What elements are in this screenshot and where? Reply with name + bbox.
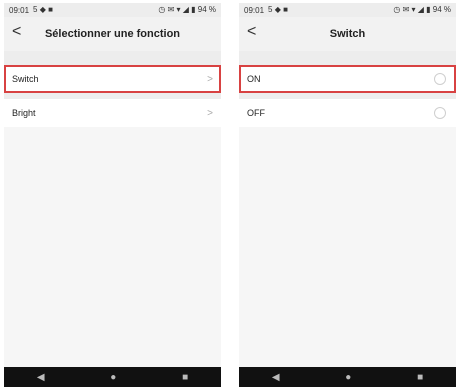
option-list: ON OFF [239,65,456,127]
status-icons-left: 5 ◆ ■ [268,5,288,14]
back-icon[interactable]: < [247,23,256,41]
option-off[interactable]: OFF [239,99,456,127]
list-item-switch[interactable]: Switch > [4,65,221,93]
status-time: 09:01 [244,5,265,15]
status-icons-right: ◷ ✉ ▾ ◢ ▮ 94 % [158,5,216,14]
nav-recent-icon[interactable]: ■ [417,372,423,383]
radio-button[interactable] [434,73,446,85]
radio-button[interactable] [434,107,446,119]
option-label: OFF [247,108,265,118]
header: < Sélectionner une fonction [4,17,221,51]
option-on[interactable]: ON [239,65,456,93]
list-item-label: Switch [12,74,39,84]
option-label: ON [247,74,261,84]
navigation-bar: ◀ ● ■ [239,367,456,387]
nav-home-icon[interactable]: ● [345,372,351,383]
phone-screen-left: 09:01 5 ◆ ■ ◷ ✉ ▾ ◢ ▮ 94 % < Sélectionne… [4,3,221,387]
nav-recent-icon[interactable]: ■ [182,372,188,383]
content-background [4,111,221,367]
page-title: Switch [329,28,366,40]
chevron-right-icon: > [207,107,213,119]
header: < Switch [239,17,456,51]
function-list: Switch > Bright > [4,65,221,127]
nav-home-icon[interactable]: ● [110,372,116,383]
status-bar: 09:01 5 ◆ ■ ◷ ✉ ▾ ◢ ▮ 94 % [239,3,456,17]
navigation-bar: ◀ ● ■ [4,367,221,387]
page-title: Sélectionner une fonction [44,28,181,40]
chevron-right-icon: > [207,73,213,85]
status-time: 09:01 [9,5,30,15]
back-icon[interactable]: < [12,23,21,41]
nav-back-icon[interactable]: ◀ [272,372,280,383]
content-background [239,111,456,367]
status-icons-left: 5 ◆ ■ [33,5,53,14]
status-icons-right: ◷ ✉ ▾ ◢ ▮ 94 % [393,5,451,14]
nav-back-icon[interactable]: ◀ [37,372,45,383]
phone-screen-right: 09:01 5 ◆ ■ ◷ ✉ ▾ ◢ ▮ 94 % < Switch ON O… [239,3,456,387]
list-item-bright[interactable]: Bright > [4,99,221,127]
status-bar: 09:01 5 ◆ ■ ◷ ✉ ▾ ◢ ▮ 94 % [4,3,221,17]
list-item-label: Bright [12,108,36,118]
